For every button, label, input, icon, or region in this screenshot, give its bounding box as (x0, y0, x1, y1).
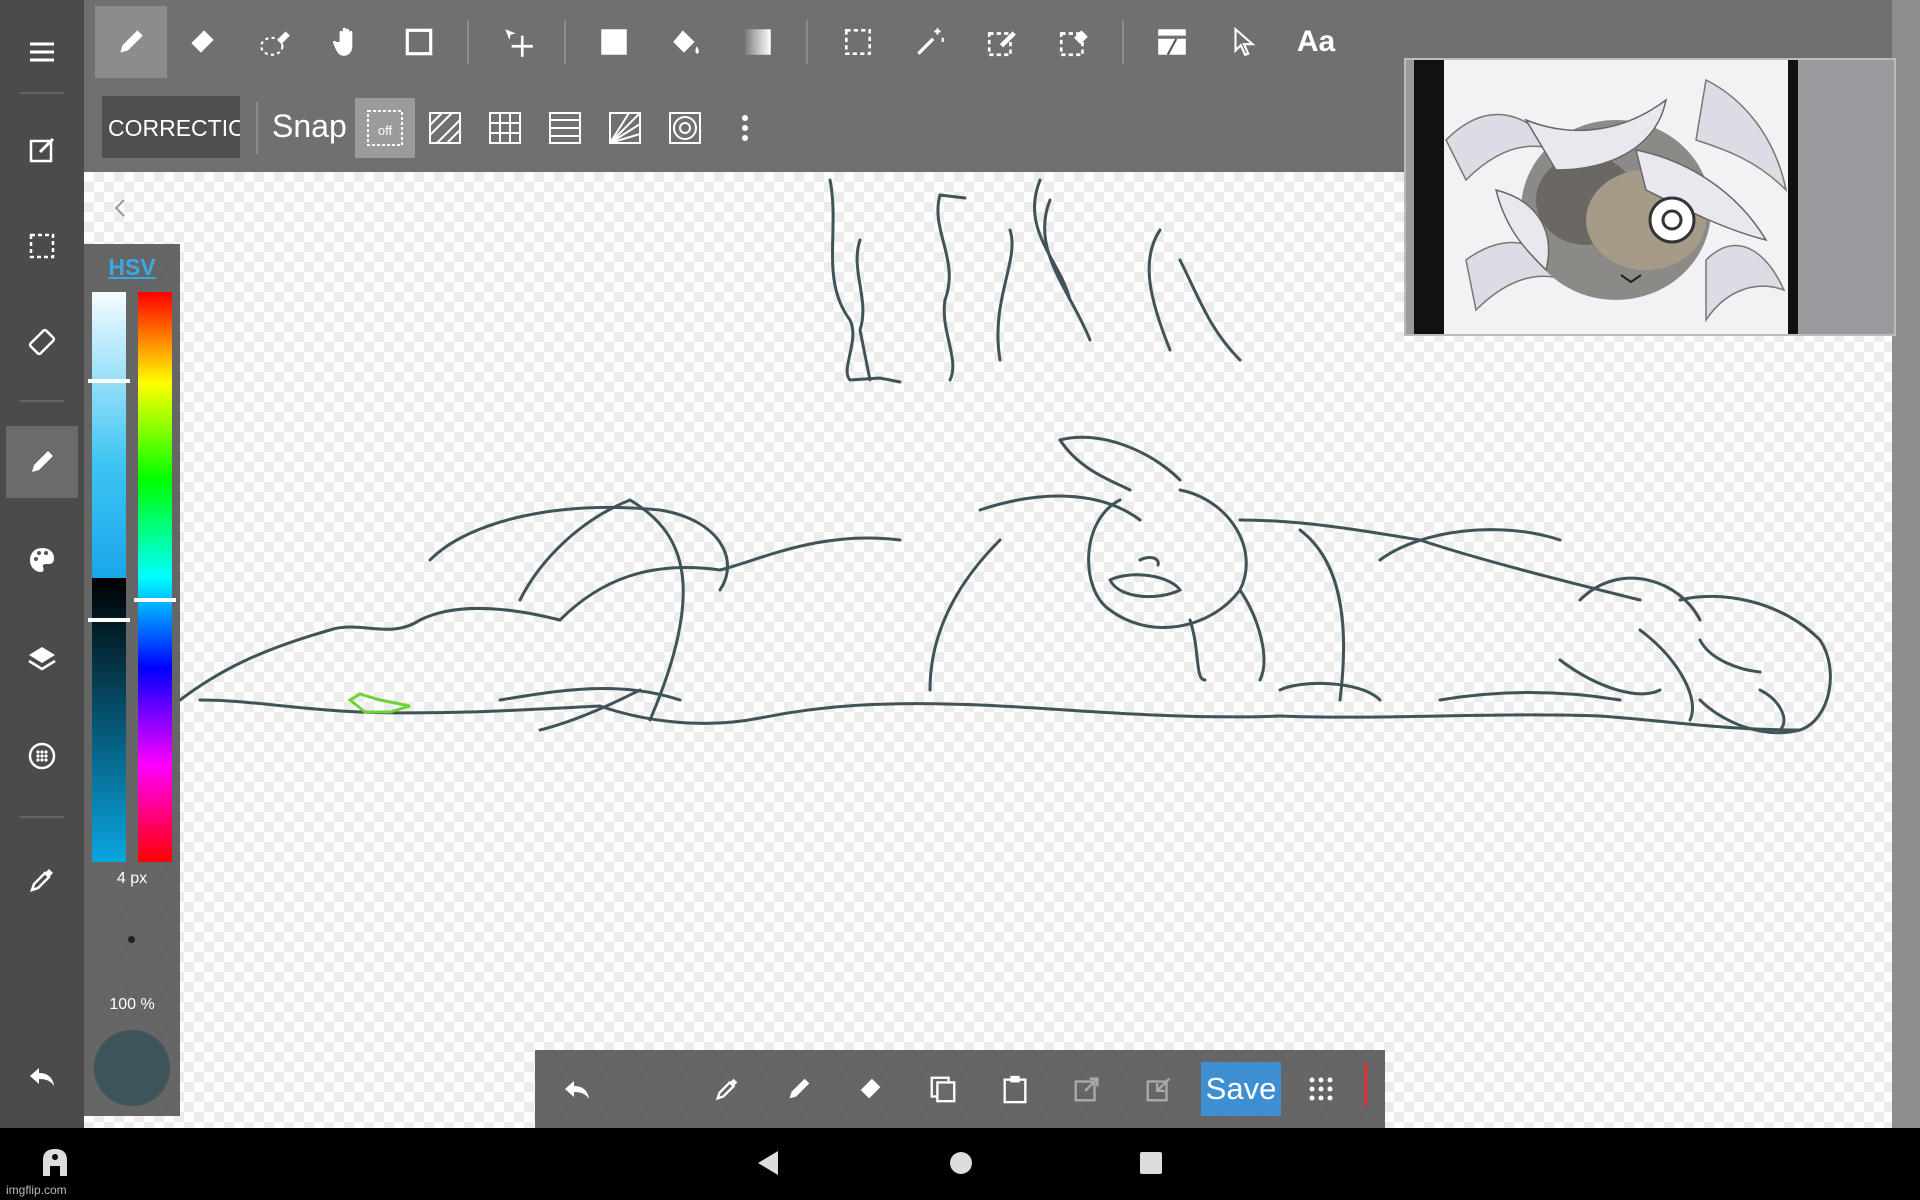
canvas-scroll-area[interactable] (1892, 0, 1920, 1128)
recents-icon[interactable] (1134, 1146, 1168, 1180)
magic-wand-icon[interactable] (894, 6, 966, 78)
snap-circle-icon[interactable] (655, 98, 715, 158)
snap-perspective-icon[interactable] (535, 98, 595, 158)
accessibility-icon[interactable] (38, 1146, 72, 1180)
text-tool[interactable]: Aa (1280, 6, 1352, 78)
saturation-slider[interactable] (88, 292, 130, 578)
brush-tool-icon[interactable] (6, 426, 78, 498)
hsv-tab[interactable]: HSV (84, 254, 180, 281)
redo-icon (625, 1059, 685, 1119)
divider (467, 20, 469, 64)
select-eraser-icon[interactable] (1038, 6, 1110, 78)
pointer-icon[interactable] (1208, 6, 1280, 78)
eyedropper-icon[interactable] (697, 1059, 757, 1119)
current-color-swatch[interactable] (94, 1030, 170, 1106)
hue-handle[interactable] (134, 598, 176, 602)
fill-rect-icon[interactable] (578, 6, 650, 78)
edit-icon[interactable] (6, 114, 78, 186)
color-panel: HSV 4 px 100 % (84, 244, 180, 1116)
undo-icon[interactable] (6, 1040, 78, 1112)
pen-icon[interactable] (769, 1059, 829, 1119)
value-handle[interactable] (88, 618, 130, 622)
navigator-preview[interactable] (1404, 58, 1896, 336)
blur-icon[interactable] (239, 6, 311, 78)
snap-off-label: off (378, 123, 393, 138)
system-navigation-bar (0, 1128, 1920, 1200)
export-icon[interactable] (1057, 1059, 1117, 1119)
layers-icon[interactable] (6, 622, 78, 694)
eraser-icon[interactable] (841, 1059, 901, 1119)
grid-menu-icon[interactable] (1291, 1059, 1351, 1119)
more-options-icon[interactable] (715, 98, 775, 158)
snap-radial-icon[interactable] (595, 98, 655, 158)
pen-icon[interactable] (95, 6, 167, 78)
layout-icon[interactable] (1136, 6, 1208, 78)
snap-label: Snap (272, 108, 347, 144)
divider (20, 92, 64, 94)
eraser-icon[interactable] (167, 6, 239, 78)
divider (806, 20, 808, 64)
gradient-icon[interactable] (722, 6, 794, 78)
divider (256, 102, 258, 154)
text-tool-label: Aa (1296, 25, 1336, 58)
select-pen-icon[interactable] (966, 6, 1038, 78)
snap-parallel-icon[interactable] (415, 98, 475, 158)
rectangle-icon[interactable] (383, 6, 455, 78)
collapse-panel-icon[interactable] (108, 194, 132, 222)
snap-grid-icon[interactable] (475, 98, 535, 158)
transform-icon[interactable] (6, 306, 78, 378)
selection-icon[interactable] (6, 210, 78, 282)
divider (20, 816, 64, 818)
palette-icon[interactable] (6, 524, 78, 596)
brush-size-label: 4 px (116, 870, 148, 887)
import-icon[interactable] (1129, 1059, 1189, 1119)
paste-icon[interactable] (985, 1059, 1045, 1119)
divider (20, 400, 64, 402)
brush-size-preview[interactable] (128, 936, 135, 943)
watermark: imgflip.com (6, 1183, 67, 1197)
menu-icon[interactable] (6, 16, 78, 88)
hue-slider[interactable] (134, 292, 176, 862)
opacity-label: 100 % (109, 996, 155, 1013)
move-icon[interactable] (482, 6, 554, 78)
bucket-icon[interactable] (650, 6, 722, 78)
eyedropper-icon[interactable] (6, 844, 78, 916)
correction-button[interactable]: CORRECTION (102, 96, 240, 158)
copy-icon[interactable] (913, 1059, 973, 1119)
value-slider[interactable] (88, 578, 130, 862)
bottom-toolbar: Save (535, 1050, 1385, 1128)
material-icon[interactable] (6, 720, 78, 792)
divider (1122, 20, 1124, 64)
snap-off-button[interactable]: off (355, 98, 415, 158)
toolbar-resize-handle[interactable] (1364, 1062, 1367, 1106)
hand-icon[interactable] (311, 6, 383, 78)
reference-image (1406, 60, 1894, 334)
select-rect-icon[interactable] (822, 6, 894, 78)
undo-icon[interactable] (547, 1059, 607, 1119)
back-icon[interactable] (752, 1146, 786, 1180)
save-button[interactable]: Save (1201, 1062, 1281, 1116)
left-sidebar (0, 0, 84, 1128)
saturation-handle[interactable] (88, 379, 130, 383)
divider (564, 20, 566, 64)
home-icon[interactable] (944, 1146, 978, 1180)
